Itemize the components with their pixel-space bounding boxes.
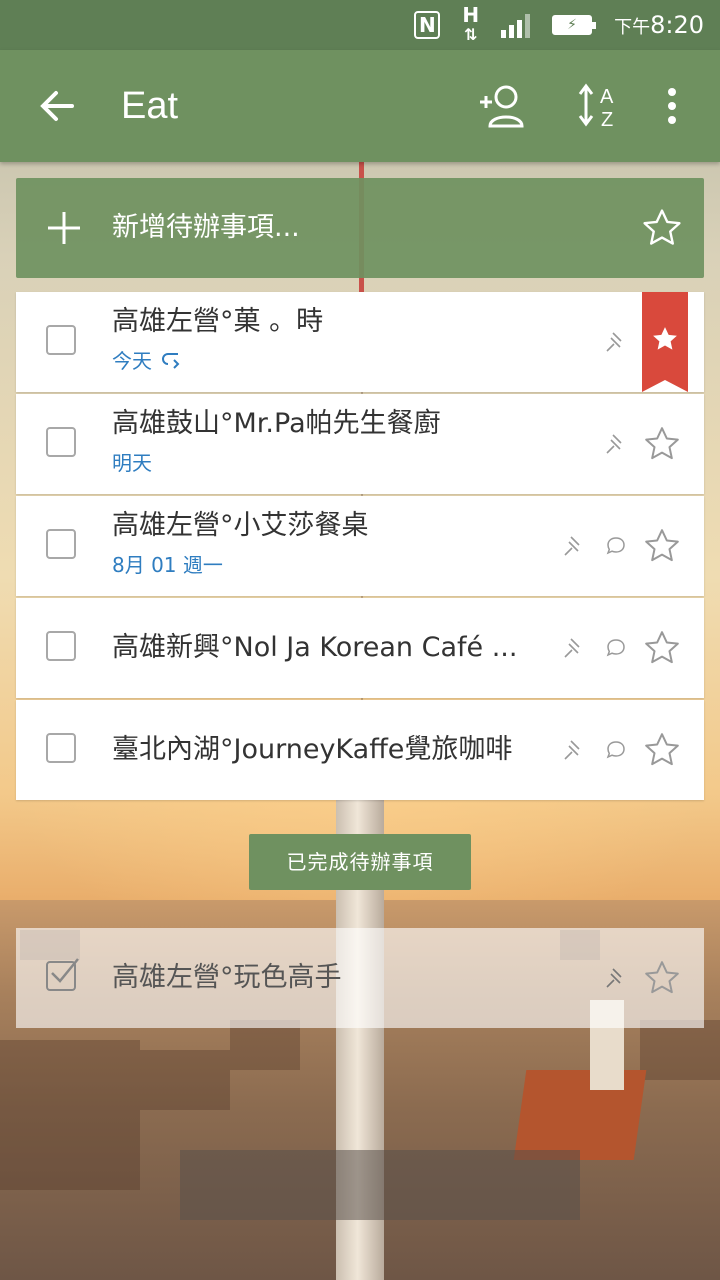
pin-icon[interactable] <box>562 738 586 762</box>
due-label: 8月 01 週一 <box>112 553 223 577</box>
show-completed-button[interactable]: 已完成待辦事項 <box>249 834 471 890</box>
pin-icon[interactable] <box>562 534 586 558</box>
star-icon[interactable] <box>642 730 682 770</box>
star-icon[interactable] <box>642 526 682 566</box>
time-value: 8:20 <box>650 11 704 39</box>
status-bar: N H ⇅ ⚡ 下午8:20 <box>0 0 720 50</box>
time-prefix: 下午 <box>614 17 651 38</box>
star-icon[interactable] <box>642 424 682 464</box>
task-title: 高雄新興°Nol Ja Korean Café ... <box>112 632 518 663</box>
task-row[interactable]: 高雄左營°菓 。時 今天 <box>16 292 704 392</box>
pin-icon[interactable] <box>604 330 628 354</box>
list-title: Eat <box>121 85 179 127</box>
task-title: 高雄左營°小艾莎餐桌 <box>112 510 369 541</box>
sort-az-icon[interactable]: A Z <box>574 80 626 132</box>
task-due-date: 明天 <box>112 450 152 476</box>
data-h-icon: H ⇅ <box>462 3 480 44</box>
nfc-icon: N <box>414 11 441 39</box>
task-title: 高雄鼓山°Mr.Pa帕先生餐廚 <box>112 408 441 439</box>
task-due-date: 今天 <box>112 348 182 374</box>
star-icon[interactable] <box>640 206 684 250</box>
task-row[interactable]: 高雄新興°Nol Ja Korean Café ... <box>16 598 704 698</box>
star-filled-icon <box>653 327 677 350</box>
status-time: 下午8:20 <box>614 11 704 39</box>
app-bar: Eat A Z <box>0 50 720 162</box>
svg-text:A: A <box>600 86 614 108</box>
battery-charging-icon: ⚡ <box>552 15 597 35</box>
back-arrow-icon[interactable] <box>36 84 80 128</box>
task-title: 高雄左營°菓 。時 <box>112 306 324 337</box>
pin-icon[interactable] <box>562 636 586 660</box>
task-checkbox-checked[interactable] <box>46 958 79 991</box>
pin-icon[interactable] <box>604 432 628 456</box>
signal-icon <box>501 12 531 38</box>
completed-task-row[interactable]: 高雄左營°玩色高手 <box>16 928 704 1028</box>
add-todo-bar[interactable]: 新增待辦事項... <box>16 178 704 278</box>
task-due-date: 8月 01 週一 <box>112 552 223 578</box>
task-checkbox[interactable] <box>46 529 76 559</box>
star-icon[interactable] <box>642 958 682 998</box>
task-checkbox[interactable] <box>46 733 76 763</box>
due-label: 今天 <box>112 349 152 373</box>
task-row[interactable]: 臺北內湖°JourneyKaffe覺旅咖啡 <box>16 700 704 800</box>
task-row[interactable]: 高雄鼓山°Mr.Pa帕先生餐廚 明天 <box>16 394 704 494</box>
task-checkbox[interactable] <box>46 325 76 355</box>
add-member-icon[interactable] <box>476 80 528 132</box>
star-icon[interactable] <box>642 628 682 668</box>
task-title: 高雄左營°玩色高手 <box>112 962 342 993</box>
starred-ribbon[interactable] <box>642 292 688 392</box>
more-vert-icon[interactable] <box>646 80 698 132</box>
comment-icon[interactable] <box>604 534 628 558</box>
add-todo-placeholder: 新增待辦事項... <box>112 212 300 243</box>
task-row[interactable]: 高雄左營°小艾莎餐桌 8月 01 週一 <box>16 496 704 596</box>
task-checkbox[interactable] <box>46 631 76 661</box>
pin-icon[interactable] <box>604 966 628 990</box>
comment-icon[interactable] <box>604 636 628 660</box>
plus-icon <box>44 206 84 250</box>
svg-text:Z: Z <box>601 109 613 131</box>
due-label: 明天 <box>112 451 152 475</box>
task-title: 臺北內湖°JourneyKaffe覺旅咖啡 <box>112 734 513 765</box>
comment-icon[interactable] <box>604 738 628 762</box>
repeat-icon <box>162 353 180 369</box>
task-checkbox[interactable] <box>46 427 76 457</box>
checkmark-icon <box>51 958 79 983</box>
